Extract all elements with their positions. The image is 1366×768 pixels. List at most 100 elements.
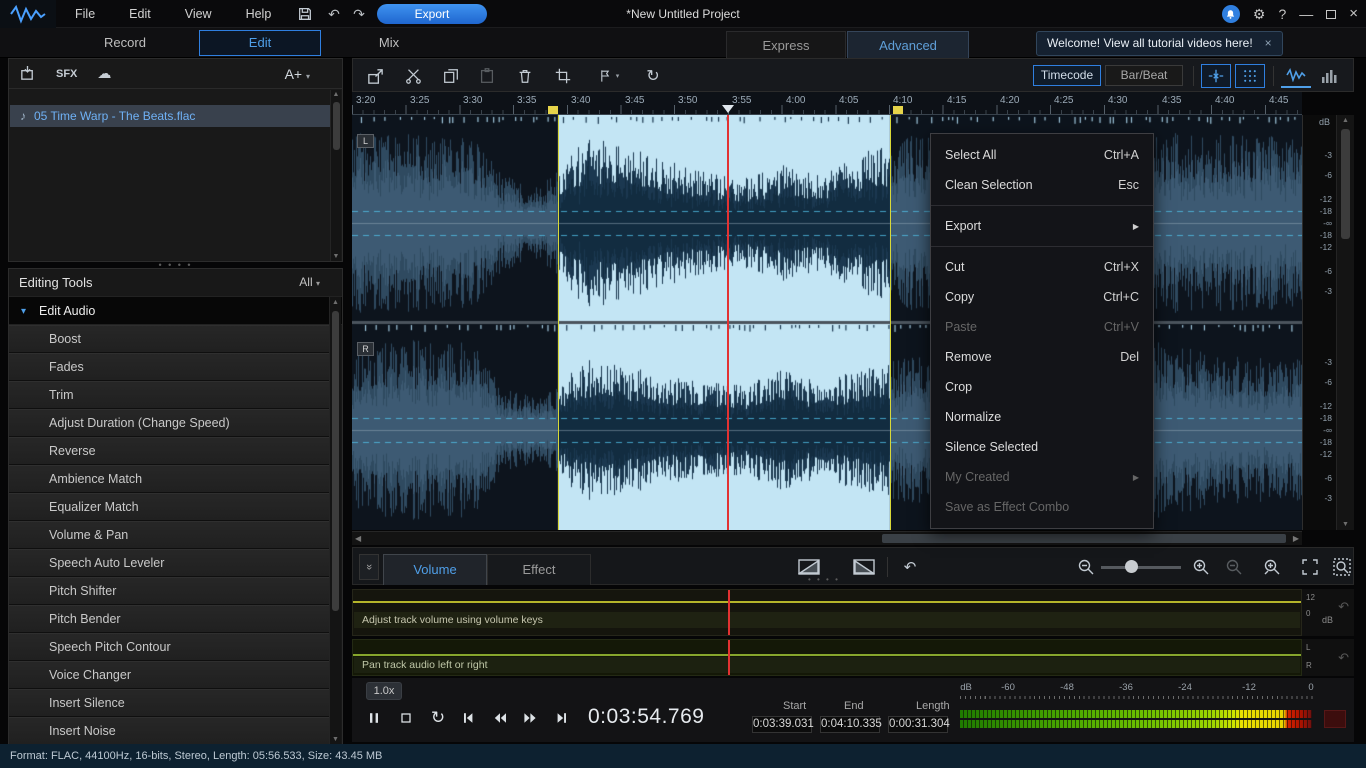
editing-tool-fades[interactable]: Fades <box>9 353 329 381</box>
delete-trash-icon[interactable] <box>511 64 539 88</box>
reset-undo-icon[interactable]: ↶ <box>897 556 923 578</box>
snap-grid-icon[interactable] <box>1235 64 1265 88</box>
context-menu-item-crop[interactable]: Crop <box>931 372 1153 402</box>
help-icon[interactable]: ? <box>1278 0 1286 28</box>
loop-button[interactable]: ↻ <box>424 704 452 732</box>
timecode-toggle[interactable]: Timecode <box>1033 65 1101 86</box>
loop-playback-icon[interactable]: ↻ <box>639 64 667 88</box>
maximize-button[interactable] <box>1326 0 1336 28</box>
reset-volume-icon[interactable]: ↶ <box>1338 599 1349 615</box>
timeline-ruler[interactable]: 3:203:253:303:353:403:453:503:554:004:05… <box>352 92 1302 115</box>
context-menu-item-silence-selected[interactable]: Silence Selected <box>931 432 1153 462</box>
fade-out-icon[interactable] <box>851 556 877 578</box>
menu-file[interactable]: File <box>58 0 112 28</box>
selection-end-flag[interactable] <box>893 106 903 114</box>
waveform-vertical-scrollbar[interactable]: ▲ ▼ <box>1336 115 1354 530</box>
redo-icon[interactable]: ↷ <box>347 0 371 28</box>
editing-tool-volume-pan[interactable]: Volume & Pan <box>9 521 329 549</box>
context-menu-item-copy[interactable]: Copy Ctrl+C <box>931 282 1153 312</box>
fit-to-window-icon[interactable] <box>1297 556 1323 578</box>
zoom-selection-icon[interactable] <box>1221 556 1247 578</box>
copy-icon[interactable] <box>437 64 465 88</box>
collapse-track-button[interactable]: » <box>359 554 379 580</box>
context-menu-item-export[interactable]: Export ▶ <box>931 211 1153 241</box>
minimize-button[interactable]: — <box>1299 0 1313 28</box>
import-media-icon[interactable] <box>19 65 36 82</box>
waveform-horizontal-scrollbar[interactable]: ◀ ▶ <box>352 531 1302 545</box>
context-menu-item-normalize[interactable]: Normalize <box>931 402 1153 432</box>
waveform-view-icon[interactable] <box>1281 64 1311 88</box>
editing-tool-insert-noise[interactable]: Insert Noise <box>9 717 329 745</box>
playhead-marker[interactable] <box>722 105 734 113</box>
undo-icon[interactable]: ↶ <box>322 0 346 28</box>
fast-forward-button[interactable] <box>516 704 544 732</box>
tab-volume[interactable]: Volume <box>383 554 487 585</box>
pan-key-line[interactable] <box>353 654 1301 656</box>
tooltip-close-icon[interactable]: × <box>1265 32 1272 55</box>
zoom-slider-thumb[interactable] <box>1125 560 1138 573</box>
editing-tool-adjust-duration-change-speed[interactable]: Adjust Duration (Change Speed) <box>9 409 329 437</box>
editing-tool-reverse[interactable]: Reverse <box>9 437 329 465</box>
selection-start-line[interactable] <box>558 115 559 530</box>
stop-button[interactable] <box>392 704 420 732</box>
bar-beat-toggle[interactable]: Bar/Beat <box>1105 65 1183 86</box>
context-menu-item-clean-selection[interactable]: Clean Selection Esc <box>931 170 1153 200</box>
tab-effect[interactable]: Effect <box>487 554 591 585</box>
settings-gear-icon[interactable]: ⚙ <box>1253 0 1266 28</box>
sfx-library-button[interactable]: SFX <box>56 68 77 80</box>
paste-icon[interactable] <box>473 64 501 88</box>
tools-filter-dropdown[interactable]: All ▾ <box>299 269 320 297</box>
library-scrollbar[interactable]: ▲ ▼ <box>330 90 341 261</box>
tab-advanced[interactable]: Advanced <box>847 31 969 58</box>
editing-tool-equalizer-match[interactable]: Equalizer Match <box>9 493 329 521</box>
volume-key-line[interactable] <box>353 601 1301 603</box>
hscroll-thumb[interactable] <box>882 534 1286 543</box>
selection-start-flag[interactable] <box>548 106 558 114</box>
tab-record[interactable]: Record <box>63 30 187 56</box>
save-icon[interactable] <box>293 2 317 26</box>
menu-edit[interactable]: Edit <box>112 0 168 28</box>
section-collapse-icon[interactable]: ▾ <box>21 297 26 326</box>
panel-resize-handle[interactable]: • • • • <box>808 575 840 584</box>
playhead-line[interactable] <box>727 115 729 530</box>
tab-mix[interactable]: Mix <box>329 30 449 56</box>
zoom-out-icon[interactable] <box>1073 556 1099 578</box>
context-menu-item-remove[interactable]: Remove Del <box>931 342 1153 372</box>
editing-tool-voice-changer[interactable]: Voice Changer <box>9 661 329 689</box>
clip-indicator[interactable] <box>1324 710 1346 728</box>
menu-view[interactable]: View <box>168 0 229 28</box>
editing-tool-pitch-bender[interactable]: Pitch Bender <box>9 605 329 633</box>
editing-tool-boost[interactable]: Boost <box>9 325 329 353</box>
selection-start-value[interactable]: 0:03:39.031 <box>752 716 812 733</box>
previous-button[interactable] <box>454 704 482 732</box>
menu-help[interactable]: Help <box>229 0 289 28</box>
export-button[interactable]: Export <box>377 4 487 24</box>
notification-bell-icon[interactable] <box>1222 5 1240 23</box>
editing-tool-ambience-match[interactable]: Ambience Match <box>9 465 329 493</box>
zoom-slider[interactable] <box>1101 566 1181 569</box>
snap-to-marker-icon[interactable] <box>1201 64 1231 88</box>
spectral-view-icon[interactable] <box>1315 64 1345 88</box>
editing-tool-speech-pitch-contour[interactable]: Speech Pitch Contour <box>9 633 329 661</box>
zoom-to-selection-icon[interactable] <box>1329 556 1355 578</box>
context-menu-item-cut[interactable]: Cut Ctrl+X <box>931 252 1153 282</box>
selection-length-value[interactable]: 0:00:31.304 <box>888 716 948 733</box>
trim-crop-icon[interactable] <box>549 64 577 88</box>
tab-edit[interactable]: Edit <box>199 30 321 56</box>
editing-tool-speech-auto-leveler[interactable]: Speech Auto Leveler <box>9 549 329 577</box>
context-menu-item-select-all[interactable]: Select All Ctrl+A <box>931 140 1153 170</box>
selection-end-value[interactable]: 0:04:10.335 <box>820 716 880 733</box>
rewind-button[interactable] <box>486 704 514 732</box>
split-scissors-icon[interactable] <box>399 64 427 88</box>
volume-track[interactable]: Adjust track volume using volume keys <box>352 589 1302 636</box>
tab-express[interactable]: Express <box>726 31 846 58</box>
next-button[interactable] <box>548 704 576 732</box>
playback-speed-button[interactable]: 1.0x <box>366 682 402 700</box>
waveform-canvas[interactable] <box>352 115 1302 530</box>
editing-tool-insert-silence[interactable]: Insert Silence <box>9 689 329 717</box>
zoom-in-icon[interactable] <box>1188 556 1214 578</box>
reset-pan-icon[interactable]: ↶ <box>1338 650 1349 666</box>
pause-button[interactable] <box>360 704 388 732</box>
tools-section-edit-audio[interactable]: ▾ Edit Audio <box>9 296 342 325</box>
export-clip-icon[interactable] <box>361 64 389 88</box>
